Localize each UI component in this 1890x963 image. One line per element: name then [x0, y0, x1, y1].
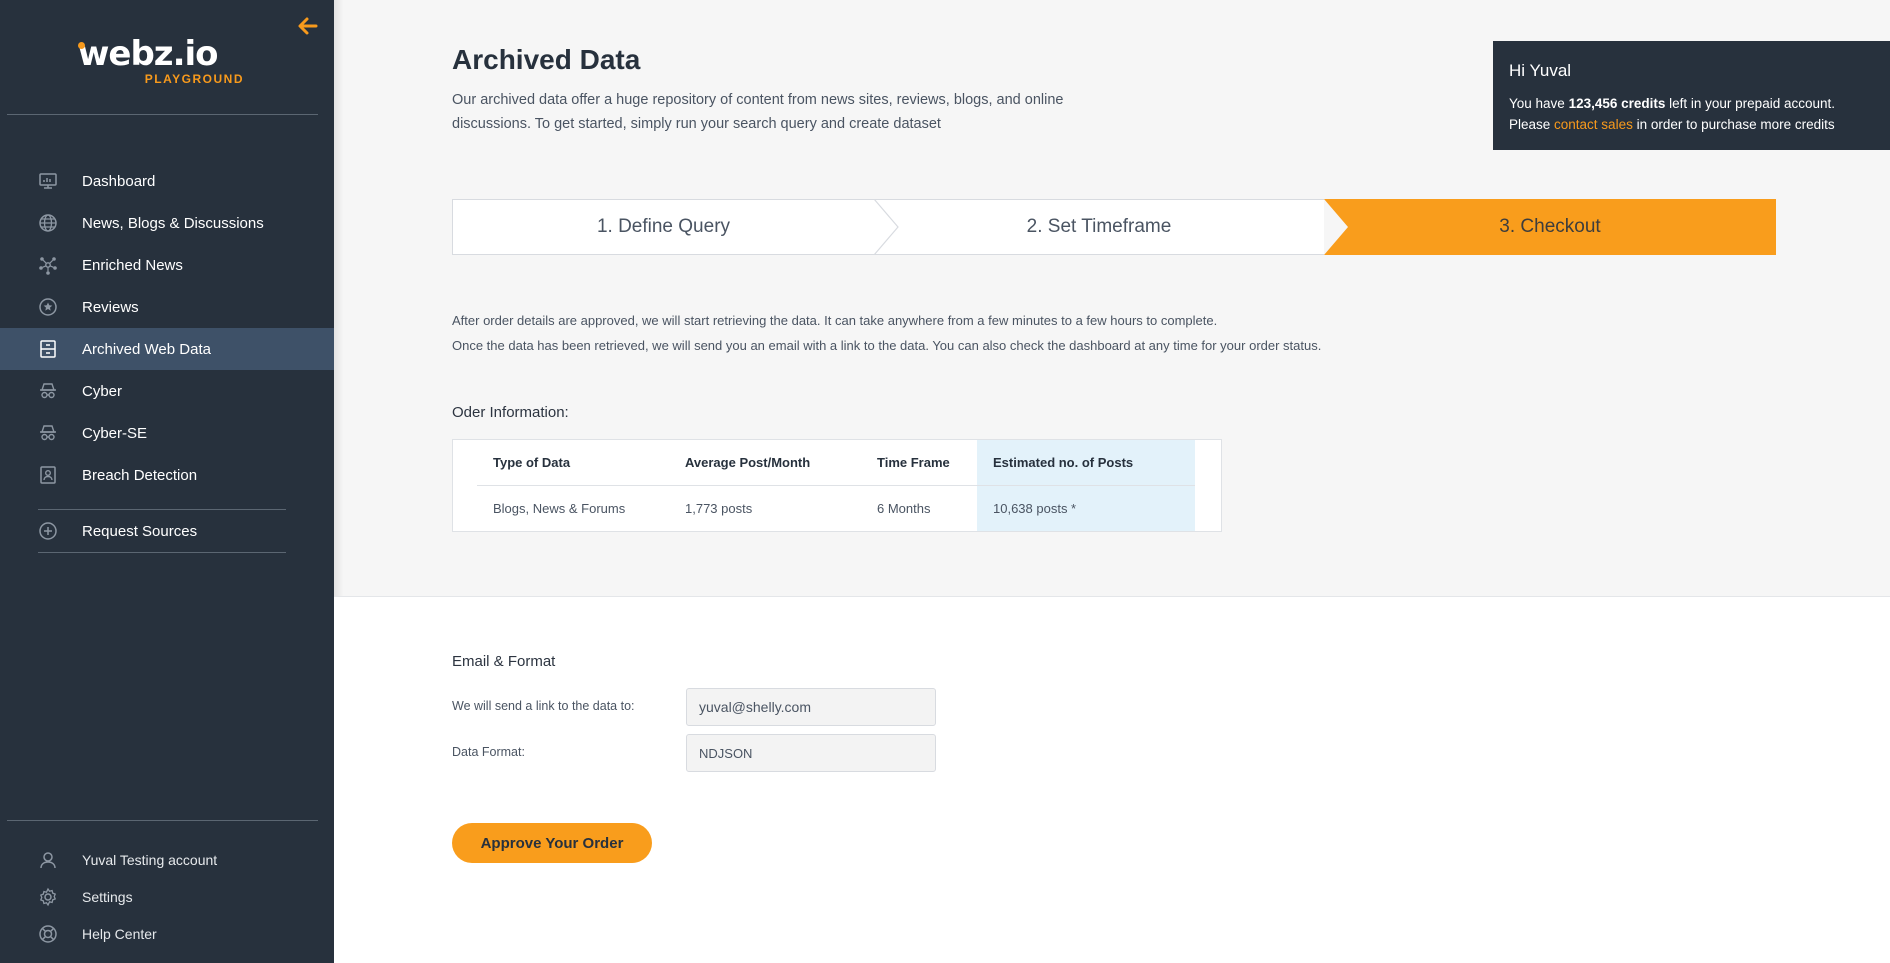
credits-amount: 123,456 credits — [1568, 96, 1666, 111]
data-format-label: Data Format: — [452, 745, 525, 759]
plus-circle-icon — [38, 521, 58, 541]
table-row: Blogs, News & Forums 1,773 posts 6 Month… — [477, 486, 1195, 531]
archive-icon — [38, 339, 58, 359]
column-header: Type of Data — [493, 455, 571, 470]
globe-icon — [38, 213, 58, 233]
column-header: Average Post/Month — [685, 455, 811, 470]
gear-icon — [38, 887, 58, 907]
star-circle-icon — [38, 297, 58, 317]
credits-text: in order to purchase more credits — [1632, 117, 1835, 132]
step-set-timeframe[interactable]: 2. Set Timeframe — [874, 199, 1324, 255]
order-info-text: After order details are approved, we wil… — [452, 308, 1321, 358]
sidebar-item-label: Settings — [82, 888, 133, 905]
request-sources-label: Request Sources — [82, 522, 198, 540]
sidebar-item-label: Yuval Testing account — [82, 851, 218, 868]
arrow-left-icon — [298, 17, 318, 35]
sidebar: webz.io PLAYGROUND Dashboard News, Blogs… — [0, 0, 334, 963]
sidebar-item-label: Enriched News — [82, 256, 183, 274]
order-information-label: Oder Information: — [452, 404, 569, 421]
step-separator-arrow — [874, 199, 899, 255]
network-icon — [38, 255, 58, 275]
approve-order-button[interactable]: Approve Your Order — [452, 823, 652, 863]
table-cell: 6 Months — [877, 501, 931, 516]
credits-greeting: Hi Yuval — [1509, 61, 1572, 80]
table-header-row: Type of Data Average Post/Month Time Fra… — [477, 440, 1195, 486]
sidebar-item-label: Help Center — [82, 925, 157, 942]
sidebar-item-label: Cyber-SE — [82, 424, 148, 442]
column-header: Estimated no. of Posts — [977, 440, 1195, 485]
webz-logo[interactable]: webz.io PLAYGROUND — [78, 34, 258, 86]
order-table: Type of Data Average Post/Month Time Fra… — [452, 439, 1222, 532]
email-field[interactable]: yuval@shelly.com — [686, 688, 936, 726]
email-field-label: We will send a link to the data to: — [452, 699, 635, 713]
sidebar-item-reviews[interactable]: Reviews — [0, 286, 334, 328]
email-format-section: Email & Format We will send a link to th… — [334, 596, 1890, 963]
data-format-field[interactable]: NDJSON — [686, 734, 936, 772]
credits-panel: Hi Yuval You have 123,456 credits left i… — [1493, 41, 1890, 150]
monitor-icon — [38, 171, 58, 191]
sidebar-item-dashboard[interactable]: Dashboard — [0, 160, 334, 202]
info-line: Once the data has been retrieved, we wil… — [452, 338, 1322, 353]
badge-icon — [38, 465, 58, 485]
contact-sales-link[interactable]: contact sales — [1554, 117, 1633, 132]
lifebuoy-icon — [38, 924, 58, 944]
table-cell: 1,773 posts — [685, 501, 753, 516]
sidebar-item-cyber-se[interactable]: Cyber-SE — [0, 412, 334, 454]
credits-contact-line: Please contact sales in order to purchas… — [1509, 114, 1874, 135]
checkout-steps: 1. Define Query 2. Set Timeframe 3. Chec… — [452, 199, 1776, 255]
sidebar-item-breach-detection[interactable]: Breach Detection — [0, 454, 334, 496]
email-format-title: Email & Format — [452, 653, 556, 670]
sidebar-item-label: Breach Detection — [82, 466, 198, 484]
spy-icon — [38, 423, 58, 443]
credits-text: You have — [1509, 96, 1569, 111]
logo-subtitle: PLAYGROUND — [144, 72, 244, 86]
info-line: After order details are approved, we wil… — [452, 313, 1218, 328]
logo-text: webz.io — [78, 34, 219, 74]
page-description: Our archived data offer a huge repositor… — [452, 92, 1064, 132]
sidebar-item-label: Archived Web Data — [82, 340, 211, 358]
sidebar-item-settings[interactable]: Settings — [0, 878, 334, 915]
sidebar-item-cyber[interactable]: Cyber — [0, 370, 334, 412]
sidebar-bottom-nav: Yuval Testing account Settings Help Cent… — [0, 841, 334, 952]
sidebar-item-help-center[interactable]: Help Center — [0, 915, 334, 952]
collapse-sidebar-button[interactable] — [296, 14, 322, 40]
credits-text: left in your prepaid account. — [1665, 96, 1835, 111]
request-sources-section: Request Sources — [0, 509, 334, 553]
step-checkout[interactable]: 3. Checkout — [1324, 199, 1776, 255]
order-table-grid: Type of Data Average Post/Month Time Fra… — [477, 440, 1195, 531]
sidebar-item-label: News, Blogs & Discussions — [82, 214, 264, 232]
sidebar-item-account[interactable]: Yuval Testing account — [0, 841, 334, 878]
logo-dot — [78, 42, 85, 49]
credits-balance-line: You have 123,456 credits left in your pr… — [1509, 93, 1874, 114]
column-header: Time Frame — [877, 455, 950, 470]
sidebar-item-label: Reviews — [82, 298, 139, 316]
sidebar-item-label: Dashboard — [82, 172, 156, 190]
sidebar-divider — [7, 820, 318, 821]
table-cell: Blogs, News & Forums — [493, 501, 626, 516]
sidebar-item-news-blogs[interactable]: News, Blogs & Discussions — [0, 202, 334, 244]
sidebar-divider — [7, 114, 318, 115]
table-cell: 10,638 posts * — [977, 486, 1195, 531]
sidebar-divider — [38, 552, 286, 553]
sidebar-nav: Dashboard News, Blogs & Discussions Enri… — [0, 160, 334, 496]
spy-icon — [38, 381, 58, 401]
step-define-query[interactable]: 1. Define Query — [452, 199, 874, 255]
sidebar-item-archived-web-data[interactable]: Archived Web Data — [0, 328, 334, 370]
sidebar-item-label: Cyber — [82, 382, 123, 400]
request-sources-button[interactable]: Request Sources — [0, 510, 334, 552]
credits-text: Please — [1509, 117, 1555, 132]
page-title: Archived Data — [452, 44, 641, 75]
sidebar-item-enriched-news[interactable]: Enriched News — [0, 244, 334, 286]
user-icon — [38, 850, 58, 870]
